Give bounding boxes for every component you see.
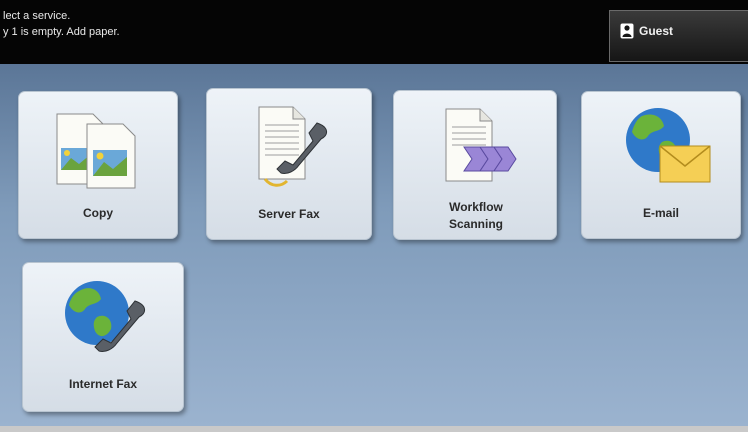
guest-label: Guest — [639, 24, 674, 38]
copy-icon — [56, 113, 136, 189]
copy-label: Copy — [83, 206, 113, 220]
workflow-scanning-label: Workflow Scanning — [448, 200, 503, 231]
guest-login-button[interactable]: Guest — [609, 10, 748, 62]
email-button[interactable]: E-mail — [581, 91, 741, 239]
paper-tray-warning: y 1 is empty. Add paper. — [3, 26, 120, 38]
email-label: E-mail — [642, 206, 679, 220]
device-screen: lect a service. y 1 is empty. Add paper.… — [0, 0, 748, 432]
internet-fax-icon — [65, 281, 145, 352]
email-icon — [626, 108, 711, 183]
status-message: lect a service. — [3, 10, 71, 22]
workflow-scanning-button[interactable]: Workflow Scanning — [393, 90, 557, 240]
server-fax-button[interactable]: Server Fax — [206, 88, 372, 240]
user-lock-icon — [620, 23, 634, 39]
internet-fax-button[interactable]: Internet Fax — [22, 262, 184, 412]
copy-button[interactable]: Copy — [18, 91, 178, 239]
workflow-scanning-icon — [445, 108, 517, 182]
status-bar: lect a service. y 1 is empty. Add paper.… — [0, 0, 748, 64]
bottom-bezel — [0, 426, 748, 432]
internet-fax-label: Internet Fax — [68, 377, 137, 391]
services-home-panel: Copy Server Fax Workflow Scanning E-mail… — [0, 64, 748, 426]
server-fax-icon — [258, 106, 327, 187]
server-fax-label: Server Fax — [258, 207, 320, 221]
